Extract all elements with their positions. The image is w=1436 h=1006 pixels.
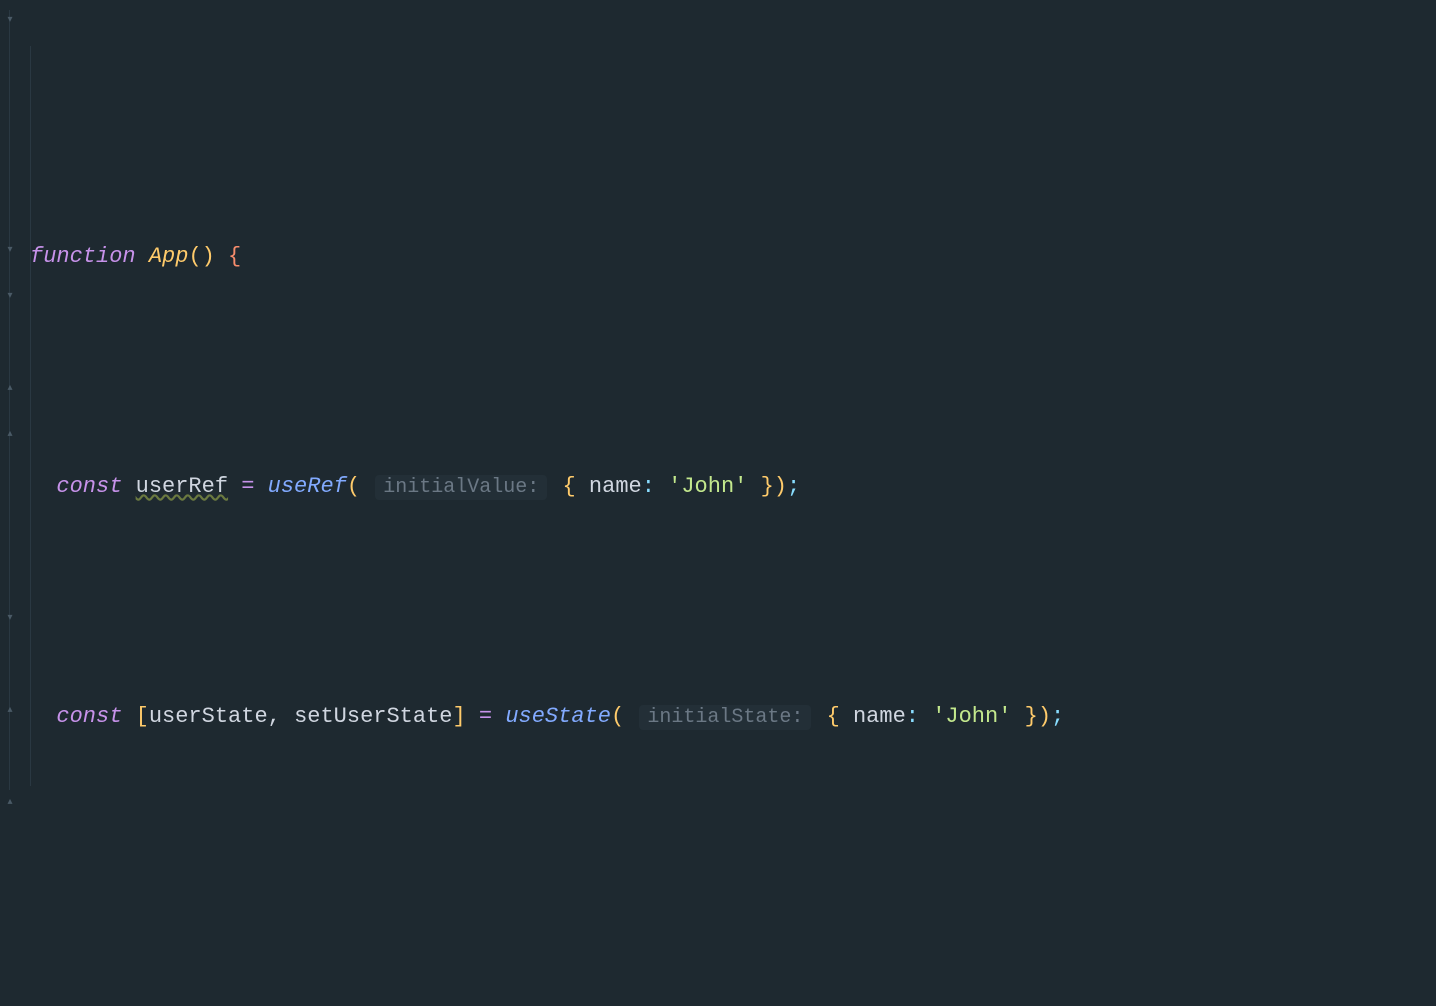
paren-open: ( <box>347 474 360 499</box>
code-line[interactable]: function App() { <box>30 234 1428 280</box>
keyword-const: const <box>56 474 122 499</box>
parens: () <box>188 244 214 269</box>
call-usestate: useState <box>505 704 611 729</box>
colon: : <box>906 704 919 729</box>
keyword-function: function <box>30 244 136 269</box>
code-line[interactable] <box>30 924 1428 970</box>
variable-userref: userRef <box>136 474 228 499</box>
paren-close: ) <box>774 474 787 499</box>
prop-name: name <box>589 474 642 499</box>
bracket: [ <box>136 704 149 729</box>
fold-icon[interactable]: ▴ <box>4 796 16 808</box>
fold-icon[interactable]: ▾ <box>4 244 16 256</box>
fold-icon[interactable]: ▴ <box>4 382 16 394</box>
fold-icon[interactable]: ▾ <box>4 290 16 302</box>
fold-icon[interactable]: ▾ <box>4 14 16 26</box>
semicolon: ; <box>1051 704 1064 729</box>
function-name: App <box>149 244 189 269</box>
operator-eq: = <box>241 474 254 499</box>
semicolon: ; <box>787 474 800 499</box>
brace: } <box>761 474 774 499</box>
comma: , <box>268 704 281 729</box>
inlay-hint: initialValue: <box>375 475 547 500</box>
gutter: ▾ ▾ ▾ ▴ ▴ ▾ ▴ ▴ <box>0 0 22 1006</box>
variable: setUserState <box>294 704 452 729</box>
operator-eq: = <box>479 704 492 729</box>
fold-icon[interactable]: ▾ <box>4 612 16 624</box>
prop-name: name <box>853 704 906 729</box>
code-line[interactable]: const [userState, setUserState] = useSta… <box>30 694 1428 740</box>
bracket: ] <box>453 704 466 729</box>
fold-icon[interactable]: ▴ <box>4 428 16 440</box>
colon: : <box>642 474 655 499</box>
variable: userState <box>149 704 268 729</box>
brace: } <box>1025 704 1038 729</box>
paren-open: ( <box>611 704 624 729</box>
fold-icon[interactable]: ▴ <box>4 704 16 716</box>
paren-close: ) <box>1038 704 1051 729</box>
call-useref: useRef <box>268 474 347 499</box>
code-editor[interactable]: ▾ ▾ ▾ ▴ ▴ ▾ ▴ ▴ function App() { const u… <box>0 0 1436 1006</box>
code-area[interactable]: function App() { const userRef = useRef(… <box>22 0 1436 1006</box>
brace: { <box>563 474 576 499</box>
string: 'John' <box>932 704 1011 729</box>
inlay-hint: initialState: <box>639 705 811 730</box>
brace: { <box>827 704 840 729</box>
brace: { <box>228 244 241 269</box>
code-line[interactable]: const userRef = useRef( initialValue: { … <box>30 464 1428 510</box>
keyword-const: const <box>56 704 122 729</box>
string: 'John' <box>668 474 747 499</box>
